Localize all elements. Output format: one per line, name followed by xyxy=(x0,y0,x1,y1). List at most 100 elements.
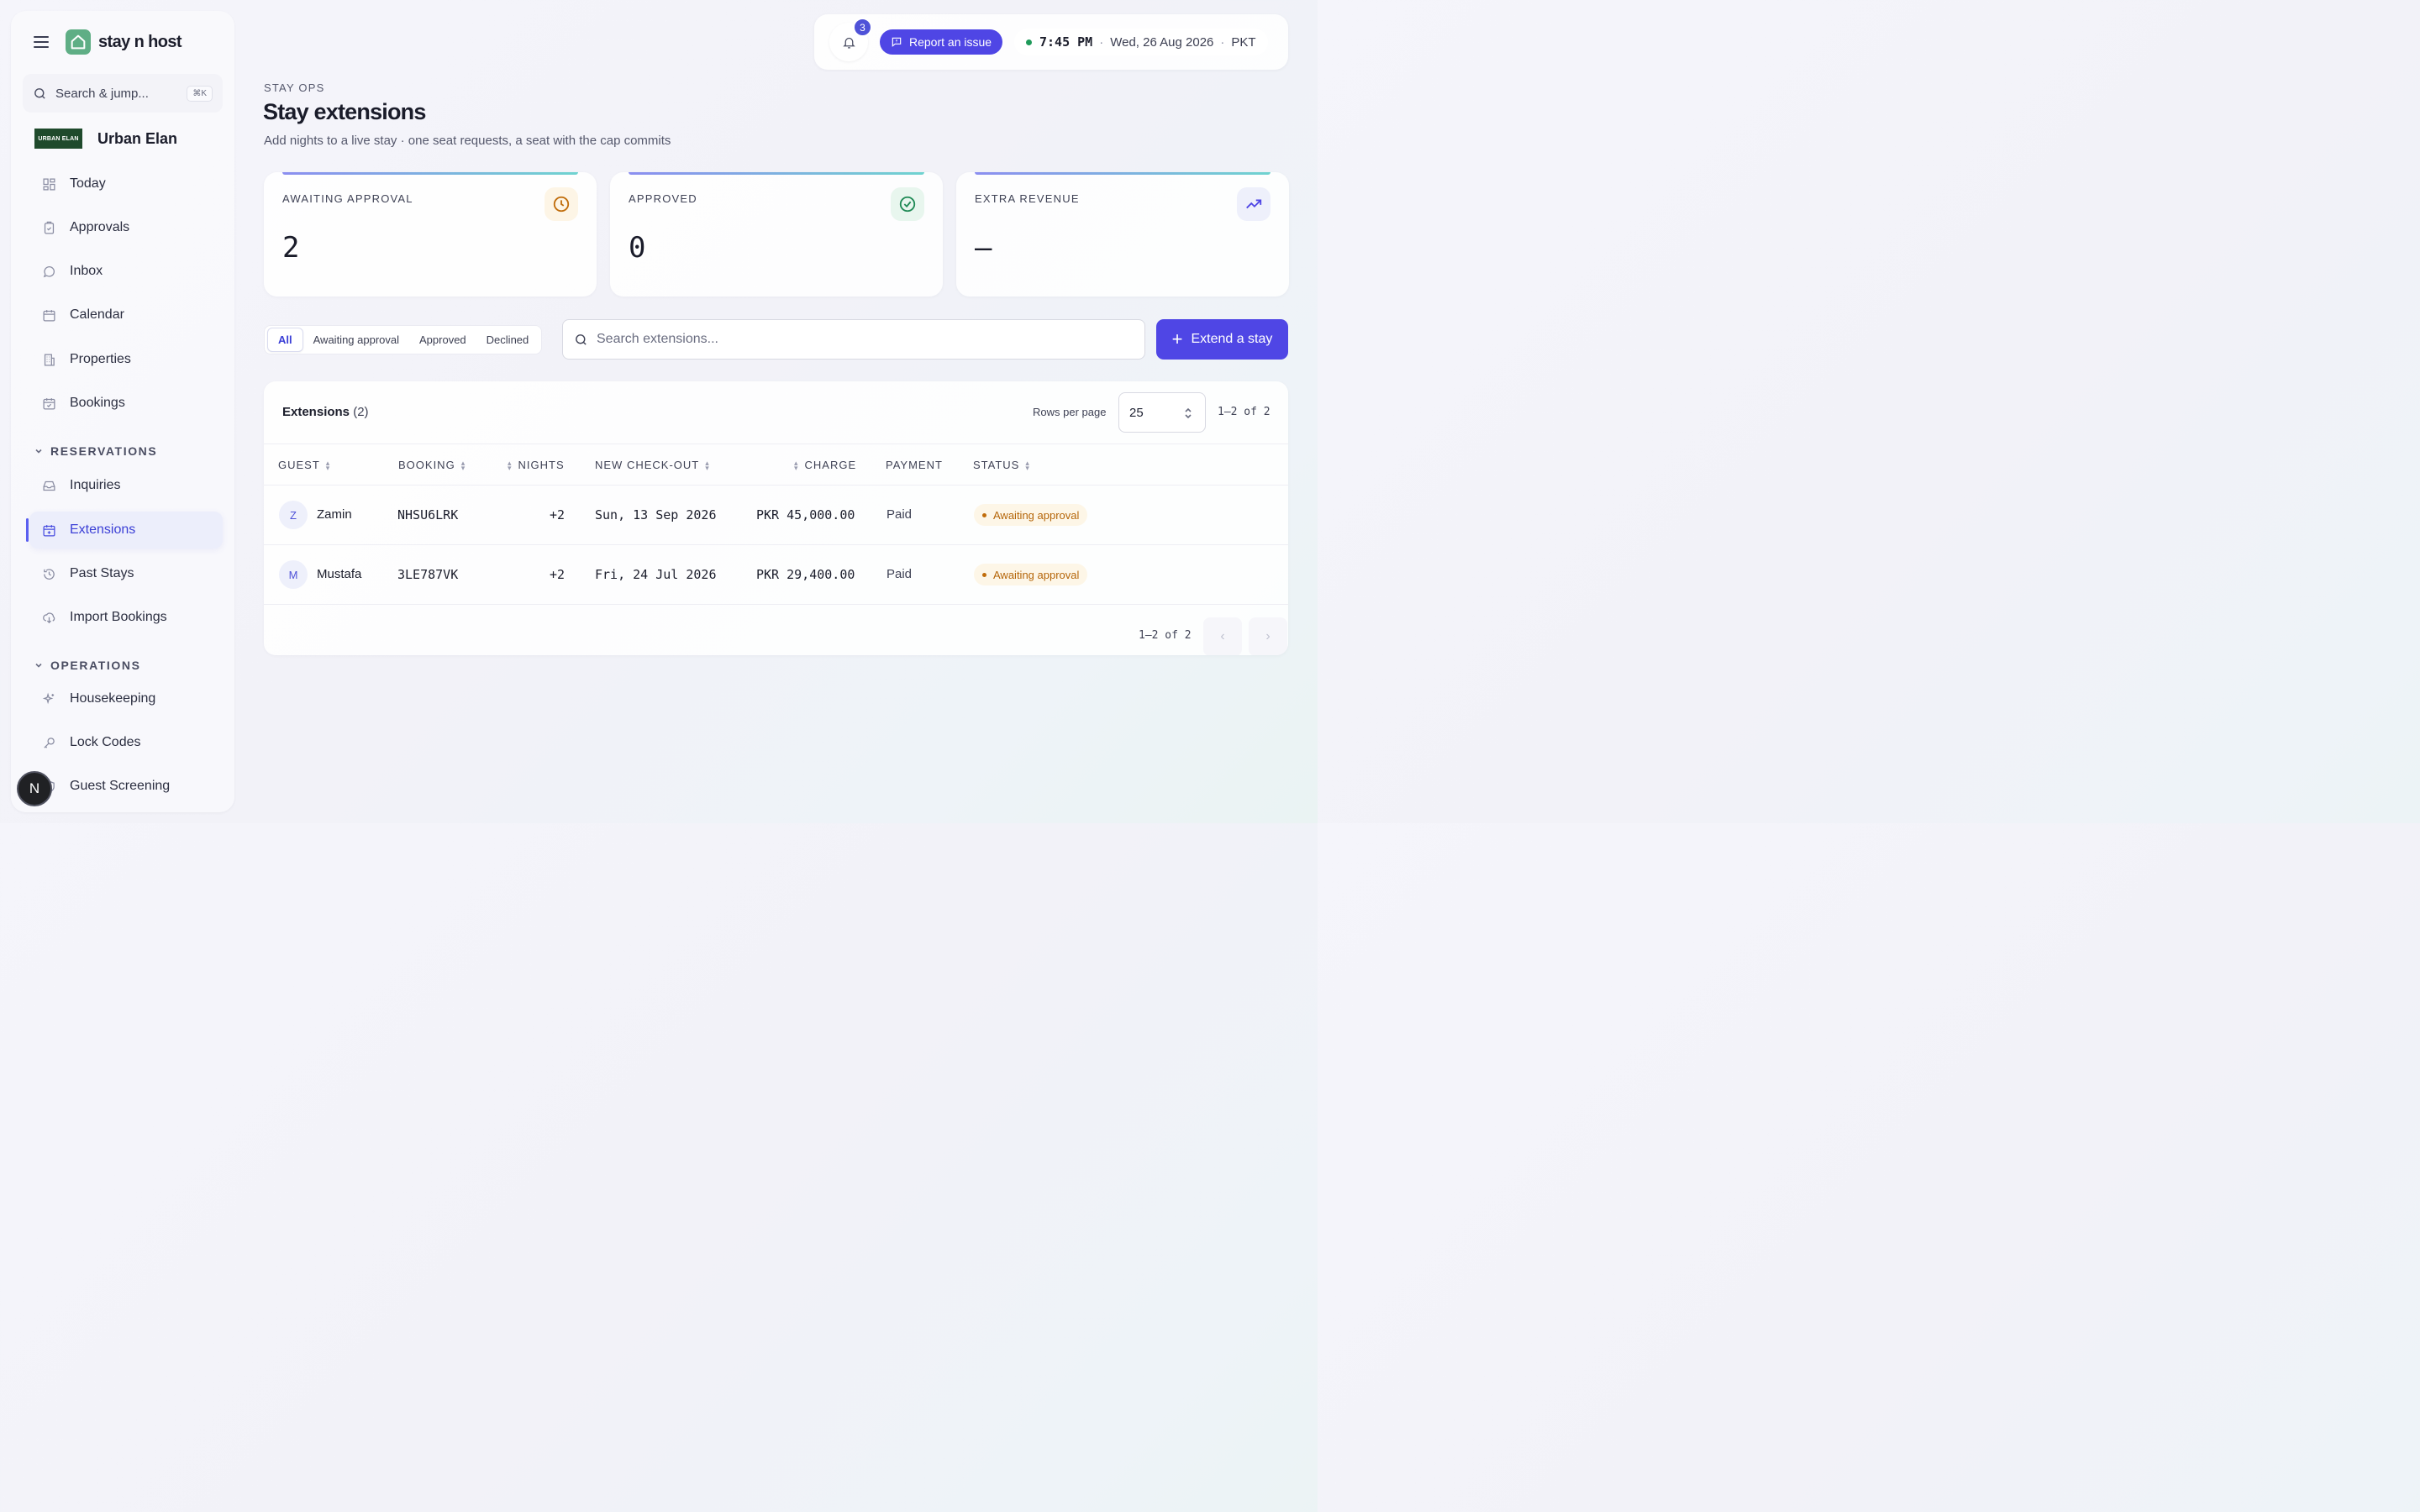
sidebar-item-label: Housekeeping xyxy=(70,691,156,706)
sidebar-item-label: Calendar xyxy=(70,307,124,322)
column-new-checkout[interactable]: NEW CHECK-OUT ▴ ▾ xyxy=(595,459,710,471)
notification-count-badge: 3 xyxy=(853,18,872,37)
sidebar-item-inbox[interactable]: Inbox xyxy=(29,253,223,290)
inbox-tray-icon xyxy=(41,478,56,493)
search-icon xyxy=(576,333,587,345)
house-logo-icon xyxy=(66,29,91,55)
online-dot xyxy=(1026,39,1032,45)
table-title-text: Extensions xyxy=(282,405,350,419)
column-status[interactable]: STATUS ▴ ▾ xyxy=(973,459,1030,471)
sidebar-item-label: Approvals xyxy=(70,220,130,234)
sidebar-item-today[interactable]: Today xyxy=(29,165,223,202)
table-row[interactable]: M Mustafa 3LE787VK +2 Fri, 24 Jul 2026 P… xyxy=(264,545,1288,605)
section-reservations[interactable]: RESERVATIONS xyxy=(34,444,157,458)
menu-icon[interactable] xyxy=(34,36,49,48)
trending-up-icon xyxy=(1237,187,1270,221)
section-operations[interactable]: OPERATIONS xyxy=(34,659,141,672)
sidebar-item-import-bookings[interactable]: Import Bookings xyxy=(29,599,223,636)
report-issue-label: Report an issue xyxy=(909,35,992,49)
message-alert-icon xyxy=(892,37,902,47)
calendar-check-icon xyxy=(41,396,56,411)
clock: 7:45 PM · Wed, 26 Aug 2026 · PKT xyxy=(1014,29,1268,55)
column-label: STATUS xyxy=(973,459,1020,471)
next-page-button[interactable]: › xyxy=(1249,617,1287,655)
search-icon xyxy=(34,87,45,99)
sidebar-item-inquiries[interactable]: Inquiries xyxy=(29,467,223,504)
table-row[interactable]: Z Zamin NHSU6LRK +2 Sun, 13 Sep 2026 PKR… xyxy=(264,486,1288,545)
column-label: NIGHTS xyxy=(518,459,565,471)
sidebar-item-guest-screening[interactable]: Guest Screening xyxy=(29,768,223,805)
chevron-down-icon xyxy=(34,659,43,672)
sidebar-item-label: Import Bookings xyxy=(70,610,167,624)
sidebar-item-bookings[interactable]: Bookings xyxy=(29,385,223,422)
filter-all[interactable]: All xyxy=(267,328,303,352)
payment-status: Paid xyxy=(886,567,913,581)
sidebar-item-extensions[interactable]: Extensions xyxy=(26,512,223,549)
section-label: RESERVATIONS xyxy=(50,444,158,458)
charge-amount: PKR 29,400.00 xyxy=(756,567,855,582)
chevron-right-icon: › xyxy=(1265,629,1270,643)
sidebar-item-label: Inquiries xyxy=(70,478,121,492)
column-guest[interactable]: GUEST ▴ ▾ xyxy=(278,459,330,471)
brand-name[interactable]: stay n host xyxy=(98,33,182,52)
booking-code[interactable]: NHSU6LRK xyxy=(397,507,458,522)
status-badge: Awaiting approval xyxy=(974,564,1088,585)
filter-awaiting-approval[interactable]: Awaiting approval xyxy=(303,328,409,352)
page-eyebrow: STAY OPS xyxy=(264,81,325,94)
user-avatar[interactable]: N xyxy=(17,771,52,806)
sidebar-item-calendar[interactable]: Calendar xyxy=(29,297,223,333)
report-issue-button[interactable]: Report an issue xyxy=(880,29,1003,55)
status-label: Awaiting approval xyxy=(993,568,1080,581)
key-icon xyxy=(41,735,56,750)
column-booking[interactable]: BOOKING ▴ ▾ xyxy=(398,459,466,471)
org-switcher[interactable]: URBAN ELAN Urban Elan xyxy=(34,129,177,149)
extend-stay-button[interactable]: + Extend a stay xyxy=(1156,319,1288,360)
sidebar-item-properties[interactable]: Properties xyxy=(29,341,223,378)
clipboard-check-icon xyxy=(41,220,56,235)
sidebar-item-approvals[interactable]: Approvals xyxy=(29,209,223,246)
chat-bubble-icon xyxy=(41,264,56,279)
column-payment: PAYMENT xyxy=(886,459,943,471)
extensions-table: Extensions (2) Rows per page 25 1–2 of 2… xyxy=(264,381,1288,655)
column-nights[interactable]: ▴ ▾ NIGHTS xyxy=(508,459,565,471)
search-placeholder: Search extensions... xyxy=(597,332,718,346)
org-name: Urban Elan xyxy=(97,129,178,147)
sidebar-item-label: Inbox xyxy=(70,264,103,278)
sidebar-search[interactable]: Search & jump... ⌘K xyxy=(23,74,223,113)
column-label: BOOKING xyxy=(398,459,455,471)
sidebar-item-past-stays[interactable]: Past Stays xyxy=(29,555,223,592)
stat-value: — xyxy=(975,231,992,265)
clock-icon xyxy=(544,187,578,221)
filter-declined[interactable]: Declined xyxy=(476,328,539,352)
sort-icon: ▴ ▾ xyxy=(1025,458,1030,472)
extensions-search-input[interactable]: Search extensions... xyxy=(562,319,1145,360)
rows-per-page-select[interactable]: 25 xyxy=(1118,392,1206,433)
stat-value: 0 xyxy=(629,231,646,265)
sort-icon: ▴ ▾ xyxy=(325,458,331,472)
rows-per-page-label: Rows per page xyxy=(1033,406,1107,418)
column-charge[interactable]: ▴ ▾ CHARGE xyxy=(794,459,856,471)
sidebar-item-label: Past Stays xyxy=(70,566,134,580)
calendar-icon xyxy=(41,307,56,323)
stat-value: 2 xyxy=(282,231,300,265)
brand: stay n host xyxy=(34,29,182,55)
clock-date: Wed, 26 Aug 2026 xyxy=(1110,34,1214,50)
building-icon xyxy=(41,352,56,367)
sidebar-item-housekeeping[interactable]: Housekeeping xyxy=(29,680,223,717)
table-count: (2) xyxy=(353,405,369,419)
nights-value: +2 xyxy=(550,567,566,582)
calendar-plus-icon xyxy=(41,522,56,538)
grid-icon xyxy=(41,176,56,192)
table-header: GUEST ▴ ▾ BOOKING ▴ ▾ ▴ ▾ NIGHTS NEW CHECK-OUT… xyxy=(264,444,1288,486)
sidebar-item-label: Lock Codes xyxy=(70,735,141,749)
extend-stay-label: Extend a stay xyxy=(1191,332,1273,346)
pager-range: 1–2 of 2 xyxy=(1139,629,1192,642)
history-icon xyxy=(41,566,56,581)
stat-card-awaiting: AWAITING APPROVAL 2 xyxy=(264,172,597,297)
sidebar-item-lock-codes[interactable]: Lock Codes xyxy=(29,724,223,761)
prev-page-button[interactable]: ‹ xyxy=(1203,617,1242,655)
guest-name: Zamin xyxy=(317,507,352,522)
column-label: GUEST xyxy=(278,459,320,471)
filter-approved[interactable]: Approved xyxy=(409,328,476,352)
booking-code[interactable]: 3LE787VK xyxy=(397,567,458,582)
